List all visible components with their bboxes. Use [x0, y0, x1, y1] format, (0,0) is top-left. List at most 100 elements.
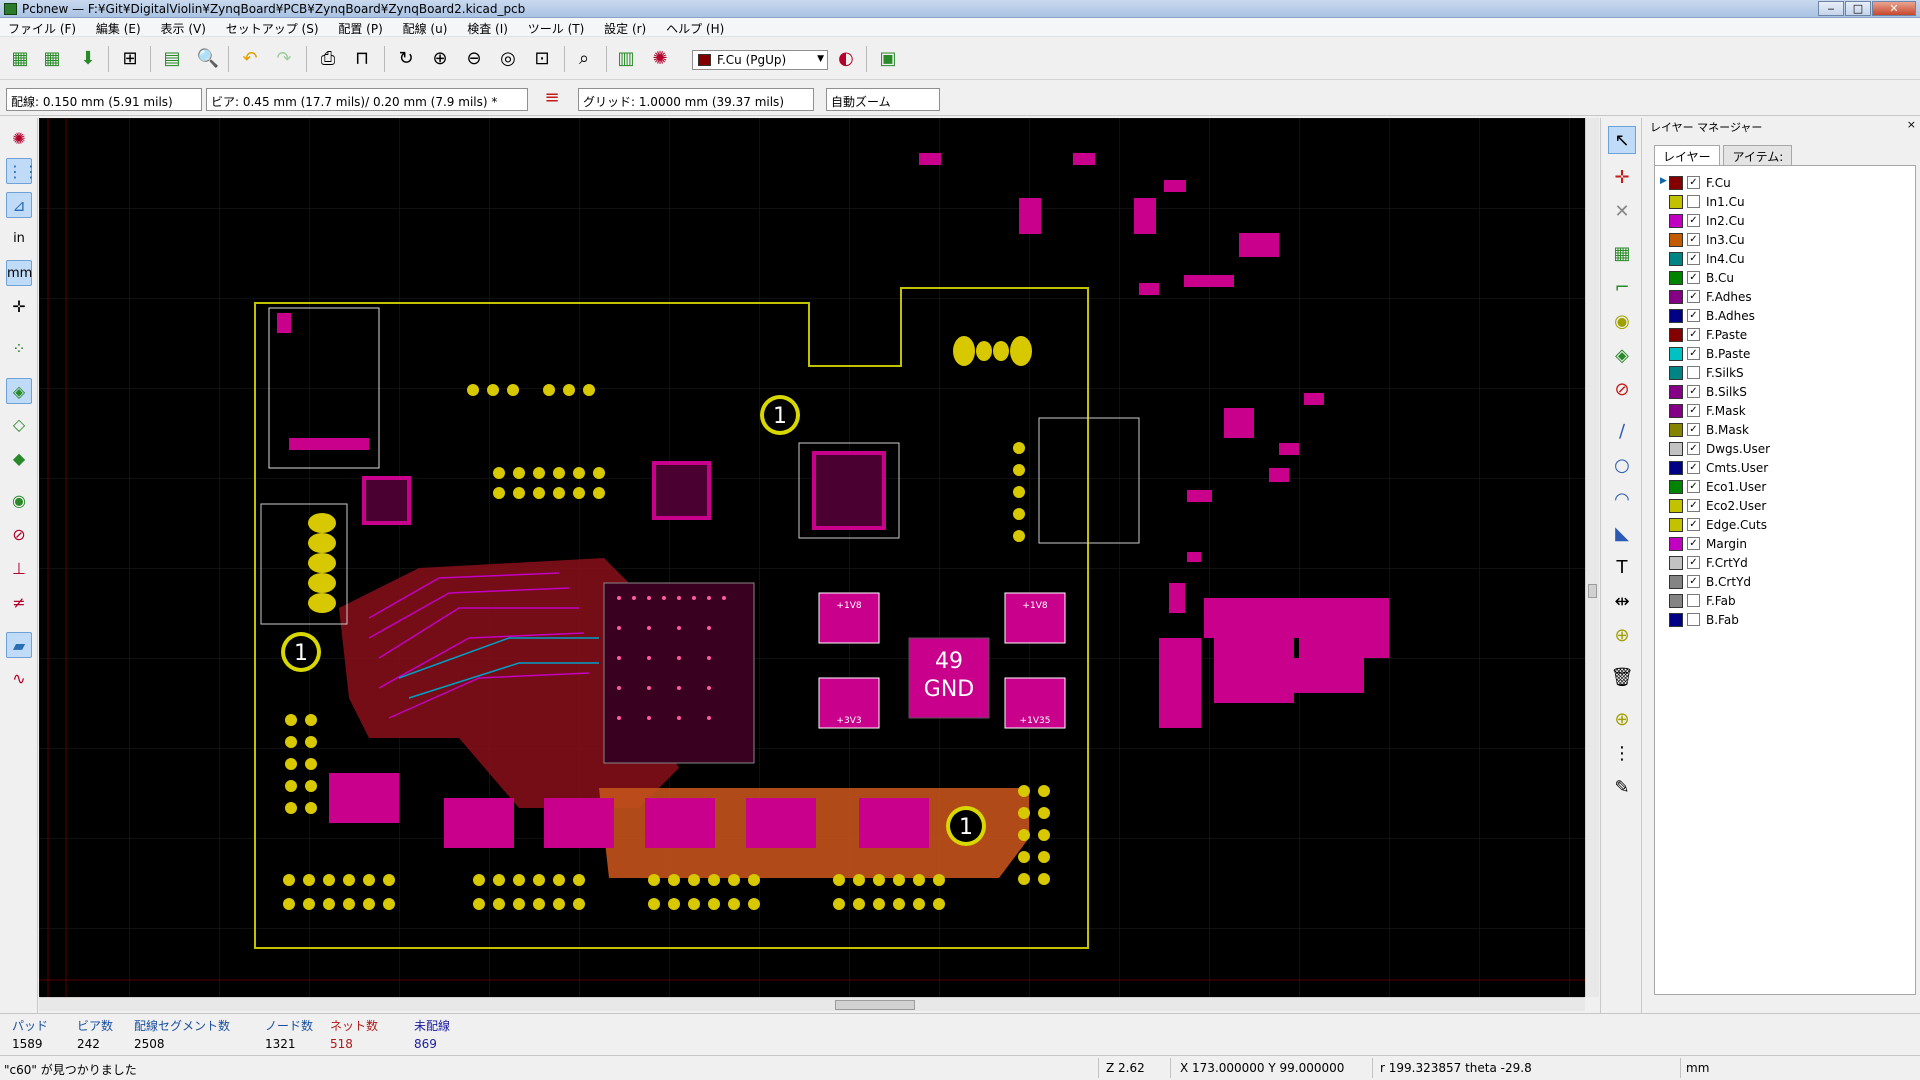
- layer-row-cmts-user[interactable]: ✓ Cmts.User: [1660, 459, 1900, 477]
- layer-color-swatch[interactable]: [1669, 613, 1683, 627]
- layer-row-f-crtyd[interactable]: ✓ F.CrtYd: [1660, 554, 1900, 572]
- measure-tool-icon[interactable]: ✎: [1608, 774, 1636, 802]
- menu-file[interactable]: ファイル (F): [0, 18, 84, 39]
- horizontal-scroll-thumb[interactable]: [835, 1000, 915, 1010]
- layer-row-in3-cu[interactable]: ✓ In3.Cu: [1660, 231, 1900, 249]
- vertical-scroll-thumb[interactable]: [1588, 584, 1597, 598]
- menu-place[interactable]: 配置 (P): [330, 18, 390, 39]
- via-sketch-icon[interactable]: ⊘: [6, 522, 32, 548]
- layer-row-in4-cu[interactable]: ✓ In4.Cu: [1660, 250, 1900, 268]
- layer-visibility-checkbox[interactable]: ✓: [1687, 499, 1700, 512]
- canvas-horizontal-scrollbar[interactable]: [39, 997, 1585, 1011]
- layer-row-margin[interactable]: ✓ Margin: [1660, 535, 1900, 553]
- grid-toggle-icon[interactable]: ⋮⋮: [6, 158, 39, 184]
- track-width-select[interactable]: 配線: 0.150 mm (5.91 mils): [6, 88, 202, 111]
- drc-bug-icon[interactable]: ✺: [648, 47, 672, 71]
- layer-visibility-checkbox[interactable]: ✓: [1687, 309, 1700, 322]
- open-board-icon[interactable]: ▦: [40, 47, 64, 71]
- drc-off-icon[interactable]: ✺: [6, 126, 32, 152]
- highlight-net-icon[interactable]: ✛: [1608, 164, 1636, 192]
- microwave-tools-icon[interactable]: ∿: [6, 666, 32, 692]
- zone-fill-icon[interactable]: ◈: [6, 378, 32, 404]
- layer-row-b-adhes[interactable]: ✓ B.Adhes: [1660, 307, 1900, 325]
- layer-color-swatch[interactable]: [1669, 328, 1683, 342]
- active-layer-select[interactable]: F.Cu (PgUp) ▼: [692, 50, 828, 70]
- add-line-icon[interactable]: ∕: [1608, 418, 1636, 446]
- layer-color-swatch[interactable]: [1669, 404, 1683, 418]
- zoom-out-icon[interactable]: ⊖: [462, 47, 486, 71]
- pcb-canvas[interactable]: 1 1 1 +1V8 +1V8 +3V3 +1V35 49 GND: [39, 118, 1585, 997]
- close-button[interactable]: ✕: [1872, 1, 1916, 16]
- layer-color-swatch[interactable]: [1669, 518, 1683, 532]
- layer-visibility-checkbox[interactable]: ✓: [1687, 537, 1700, 550]
- layer-visibility-checkbox[interactable]: ✓: [1687, 271, 1700, 284]
- layer-visibility-checkbox[interactable]: ✓: [1687, 575, 1700, 588]
- route-track-icon[interactable]: ⌐: [1608, 274, 1636, 302]
- track-clearance-icon[interactable]: ≠: [6, 590, 32, 616]
- layer-color-swatch[interactable]: [1669, 366, 1683, 380]
- add-circle-icon[interactable]: ○: [1608, 452, 1636, 480]
- add-polygon-icon[interactable]: ◣: [1608, 520, 1636, 548]
- high-contrast-icon[interactable]: ▰: [6, 632, 32, 658]
- auto-track-width-icon[interactable]: ≡: [540, 86, 564, 110]
- menu-edit[interactable]: 編集 (E): [88, 18, 149, 39]
- layer-visibility-checkbox[interactable]: ✓: [1687, 423, 1700, 436]
- zoom-select[interactable]: 自動ズーム: [826, 88, 940, 111]
- print-icon[interactable]: ⎙: [316, 47, 340, 71]
- layer-visibility-checkbox[interactable]: [1687, 594, 1700, 607]
- layer-row-f-adhes[interactable]: ✓ F.Adhes: [1660, 288, 1900, 306]
- menu-help[interactable]: ヘルプ (H): [658, 18, 732, 39]
- save-board-icon[interactable]: ⬇: [76, 47, 100, 71]
- layer-color-swatch[interactable]: [1669, 290, 1683, 304]
- layer-row-f-paste[interactable]: ✓ F.Paste: [1660, 326, 1900, 344]
- layer-row-eco1-user[interactable]: ✓ Eco1.User: [1660, 478, 1900, 496]
- grid-select[interactable]: グリッド: 1.0000 mm (39.37 mils): [578, 88, 814, 111]
- layer-color-swatch[interactable]: [1669, 252, 1683, 266]
- delete-item-icon[interactable]: 🗑: [1608, 664, 1636, 692]
- layer-color-swatch[interactable]: [1669, 556, 1683, 570]
- layer-visibility-checkbox[interactable]: ✓: [1687, 233, 1700, 246]
- add-via-icon[interactable]: ◉: [1608, 308, 1636, 336]
- via-size-select[interactable]: ビア: 0.45 mm (17.7 mils)/ 0.20 mm (7.9 mi…: [206, 88, 528, 111]
- add-dimension-icon[interactable]: ⇹: [1608, 588, 1636, 616]
- layer-visibility-checkbox[interactable]: ✓: [1687, 461, 1700, 474]
- pad-sketch-icon[interactable]: ◉: [6, 488, 32, 514]
- layer-row-b-crtyd[interactable]: ✓ B.CrtYd: [1660, 573, 1900, 591]
- tab-layers[interactable]: レイヤー: [1654, 145, 1720, 167]
- layer-visibility-checkbox[interactable]: ✓: [1687, 518, 1700, 531]
- page-settings-icon[interactable]: ⊞: [118, 47, 142, 71]
- layer-row-b-mask[interactable]: ✓ B.Mask: [1660, 421, 1900, 439]
- new-board-icon[interactable]: ▦: [8, 47, 32, 71]
- layer-row-b-paste[interactable]: ✓ B.Paste: [1660, 345, 1900, 363]
- netlist-icon[interactable]: ▥: [614, 47, 638, 71]
- cursor-shape-icon[interactable]: ✛: [6, 294, 32, 320]
- layer-row-b-fab[interactable]: B.Fab: [1660, 611, 1900, 629]
- layer-visibility-checkbox[interactable]: ✓: [1687, 347, 1700, 360]
- menu-preferences[interactable]: 設定 (r): [596, 18, 654, 39]
- layer-row-f-cu[interactable]: ▶ ✓ F.Cu: [1660, 174, 1900, 192]
- grid-origin-icon[interactable]: ⋮: [1608, 740, 1636, 768]
- local-ratsnest-icon[interactable]: ✕: [1608, 198, 1636, 226]
- layer-color-swatch[interactable]: [1669, 537, 1683, 551]
- redo-icon[interactable]: ↷: [272, 47, 296, 71]
- layer-row-in1-cu[interactable]: In1.Cu: [1660, 193, 1900, 211]
- undo-icon[interactable]: ↶: [238, 47, 262, 71]
- layer-visibility-checkbox[interactable]: ✓: [1687, 404, 1700, 417]
- layer-color-swatch[interactable]: [1669, 347, 1683, 361]
- menu-inspect[interactable]: 検査 (I): [459, 18, 516, 39]
- layer-manager-close-button[interactable]: ×: [1907, 118, 1916, 131]
- add-footprint-icon[interactable]: ▦: [1608, 240, 1636, 268]
- menu-view[interactable]: 表示 (V): [153, 18, 214, 39]
- layer-color-swatch[interactable]: [1669, 423, 1683, 437]
- layer-visibility-checkbox[interactable]: ✓: [1687, 385, 1700, 398]
- layer-color-swatch[interactable]: [1669, 195, 1683, 209]
- maximize-button[interactable]: □: [1845, 1, 1871, 16]
- footprint-editor-icon[interactable]: ▤: [160, 47, 184, 71]
- menu-route[interactable]: 配線 (u): [395, 18, 456, 39]
- minimize-button[interactable]: ‒: [1818, 1, 1844, 16]
- menu-setup[interactable]: セットアップ (S): [218, 18, 327, 39]
- layer-visibility-checkbox[interactable]: ✓: [1687, 214, 1700, 227]
- layer-visibility-checkbox[interactable]: ✓: [1687, 556, 1700, 569]
- ratsnest-icon[interactable]: ⁘: [6, 336, 32, 362]
- layer-row-eco2-user[interactable]: ✓ Eco2.User: [1660, 497, 1900, 515]
